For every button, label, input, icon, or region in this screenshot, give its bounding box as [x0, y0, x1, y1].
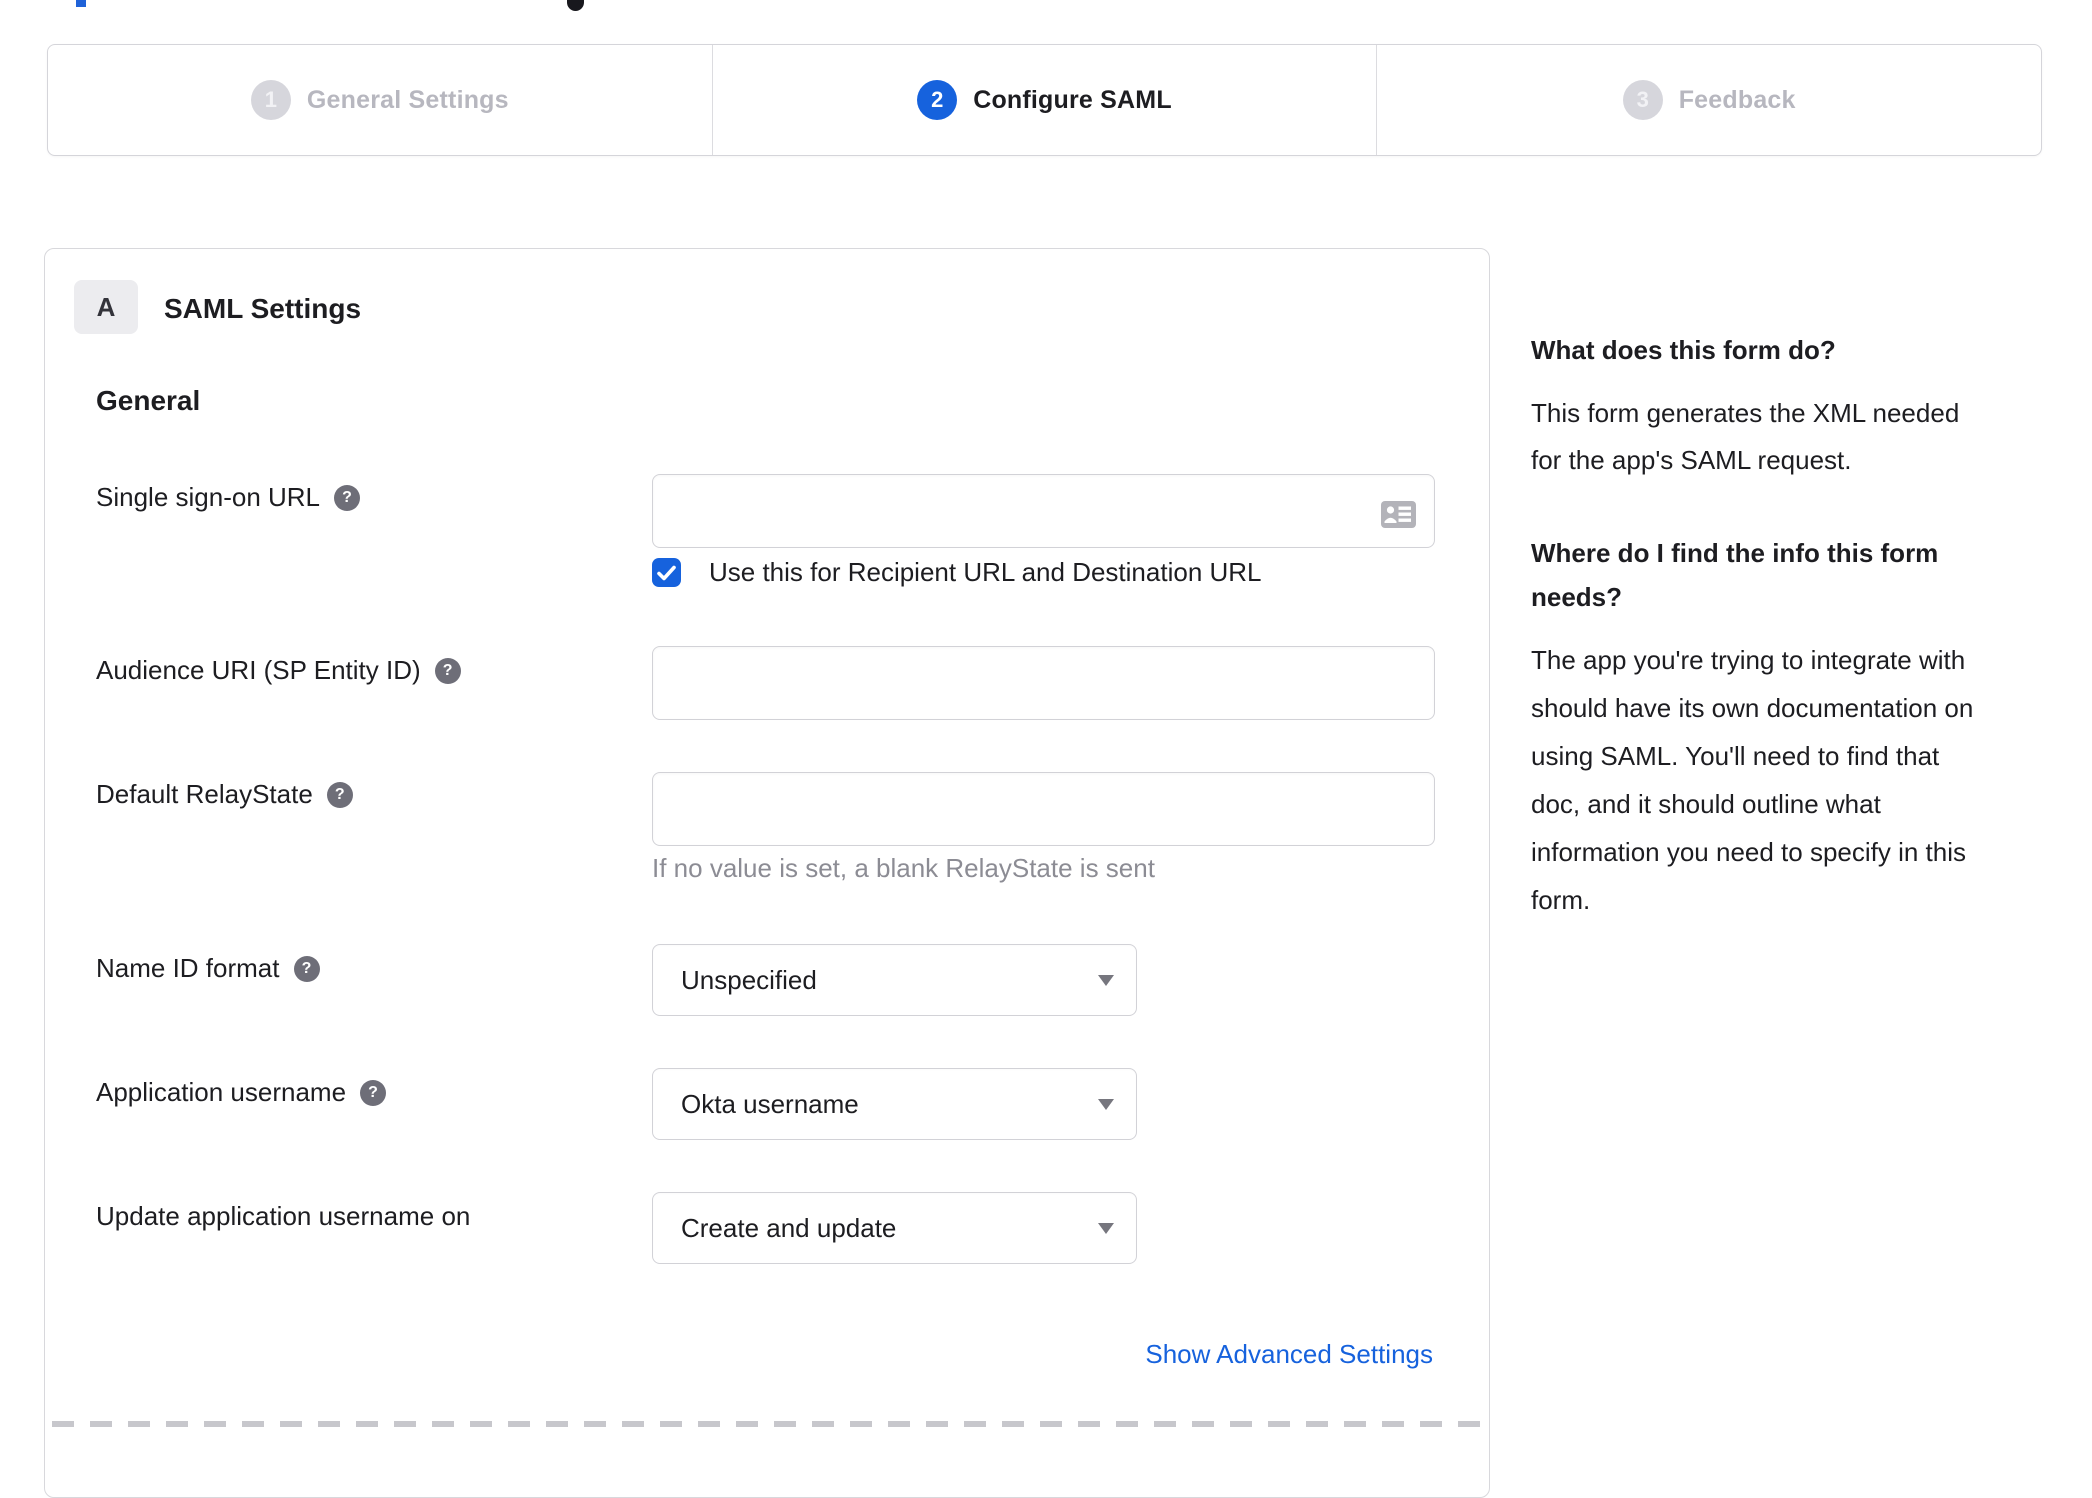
chevron-down-icon [1098, 975, 1114, 986]
update-username-label: Update application username on [96, 1201, 471, 1231]
sidebar-answer-1: This form generates the XML needed for t… [1531, 398, 1960, 475]
saml-settings-panel: A SAML Settings General Single sign-on U… [44, 248, 1490, 1498]
sso-help-icon[interactable] [334, 484, 361, 511]
checkmark-icon [657, 565, 676, 580]
general-heading: General [96, 385, 201, 416]
app-username-value: Okta username [681, 1089, 859, 1119]
name-id-format-label: Name ID format [96, 953, 320, 984]
relay-state-hint: If no value is set, a blank RelayState i… [652, 853, 1155, 883]
chevron-down-icon [1098, 1223, 1114, 1234]
app-username-select[interactable]: Okta username [652, 1068, 1137, 1140]
panel-title: SAML Settings [164, 293, 362, 324]
sso-url-input[interactable] [652, 474, 1435, 548]
step-1-label: General Settings [306, 85, 509, 114]
update-username-select[interactable]: Create and update [652, 1192, 1137, 1264]
step-configure-saml[interactable]: 2 Configure SAML [711, 45, 1377, 155]
audience-help-icon[interactable] [434, 657, 461, 684]
wizard-stepper: 1 General Settings 2 Configure SAML 3 Fe… [47, 44, 2042, 156]
audience-uri-input[interactable] [652, 646, 1435, 720]
step-2-number: 2 [917, 80, 958, 120]
update-username-value: Create and update [681, 1213, 897, 1243]
sidebar-question-2: Where do I find the info this form needs… [1531, 538, 1939, 612]
step-1-number: 1 [250, 80, 291, 120]
step-feedback[interactable]: 3 Feedback [1376, 45, 2041, 155]
sidebar-question-1: What does this form do? [1531, 335, 1836, 365]
sso-recipient-checkbox-row: Use this for Recipient URL and Destinati… [652, 557, 1262, 588]
name-id-format-select[interactable]: Unspecified [652, 944, 1137, 1016]
name-id-format-value: Unspecified [681, 965, 817, 995]
app-username-label: Application username [96, 1077, 387, 1108]
app-username-help-icon[interactable] [360, 1079, 387, 1106]
section-dashed-divider [52, 1421, 1482, 1427]
recipient-url-checkbox-label: Use this for Recipient URL and Destinati… [709, 557, 1262, 587]
chevron-down-icon [1098, 1099, 1114, 1110]
step-3-number: 3 [1622, 80, 1663, 120]
step-3-label: Feedback [1678, 85, 1796, 114]
name-id-help-icon[interactable] [293, 955, 320, 982]
audience-uri-label: Audience URI (SP Entity ID) [96, 655, 461, 686]
show-advanced-settings-link[interactable]: Show Advanced Settings [1145, 1339, 1433, 1370]
step-2-label: Configure SAML [973, 85, 1172, 114]
sso-url-label: Single sign-on URL [96, 482, 361, 513]
step-general-settings[interactable]: 1 General Settings [48, 45, 712, 155]
cutoff-icon-fragment [567, 0, 584, 11]
recipient-url-checkbox[interactable] [652, 558, 681, 587]
sidebar-answer-2: The app you're trying to integrate with … [1531, 645, 1974, 915]
cutoff-title-fragment [76, 0, 86, 7]
relay-state-input[interactable] [652, 772, 1435, 846]
relay-state-label: Default RelayState [96, 779, 353, 810]
relay-state-help-icon[interactable] [326, 781, 353, 808]
section-a-badge: A [74, 280, 138, 334]
